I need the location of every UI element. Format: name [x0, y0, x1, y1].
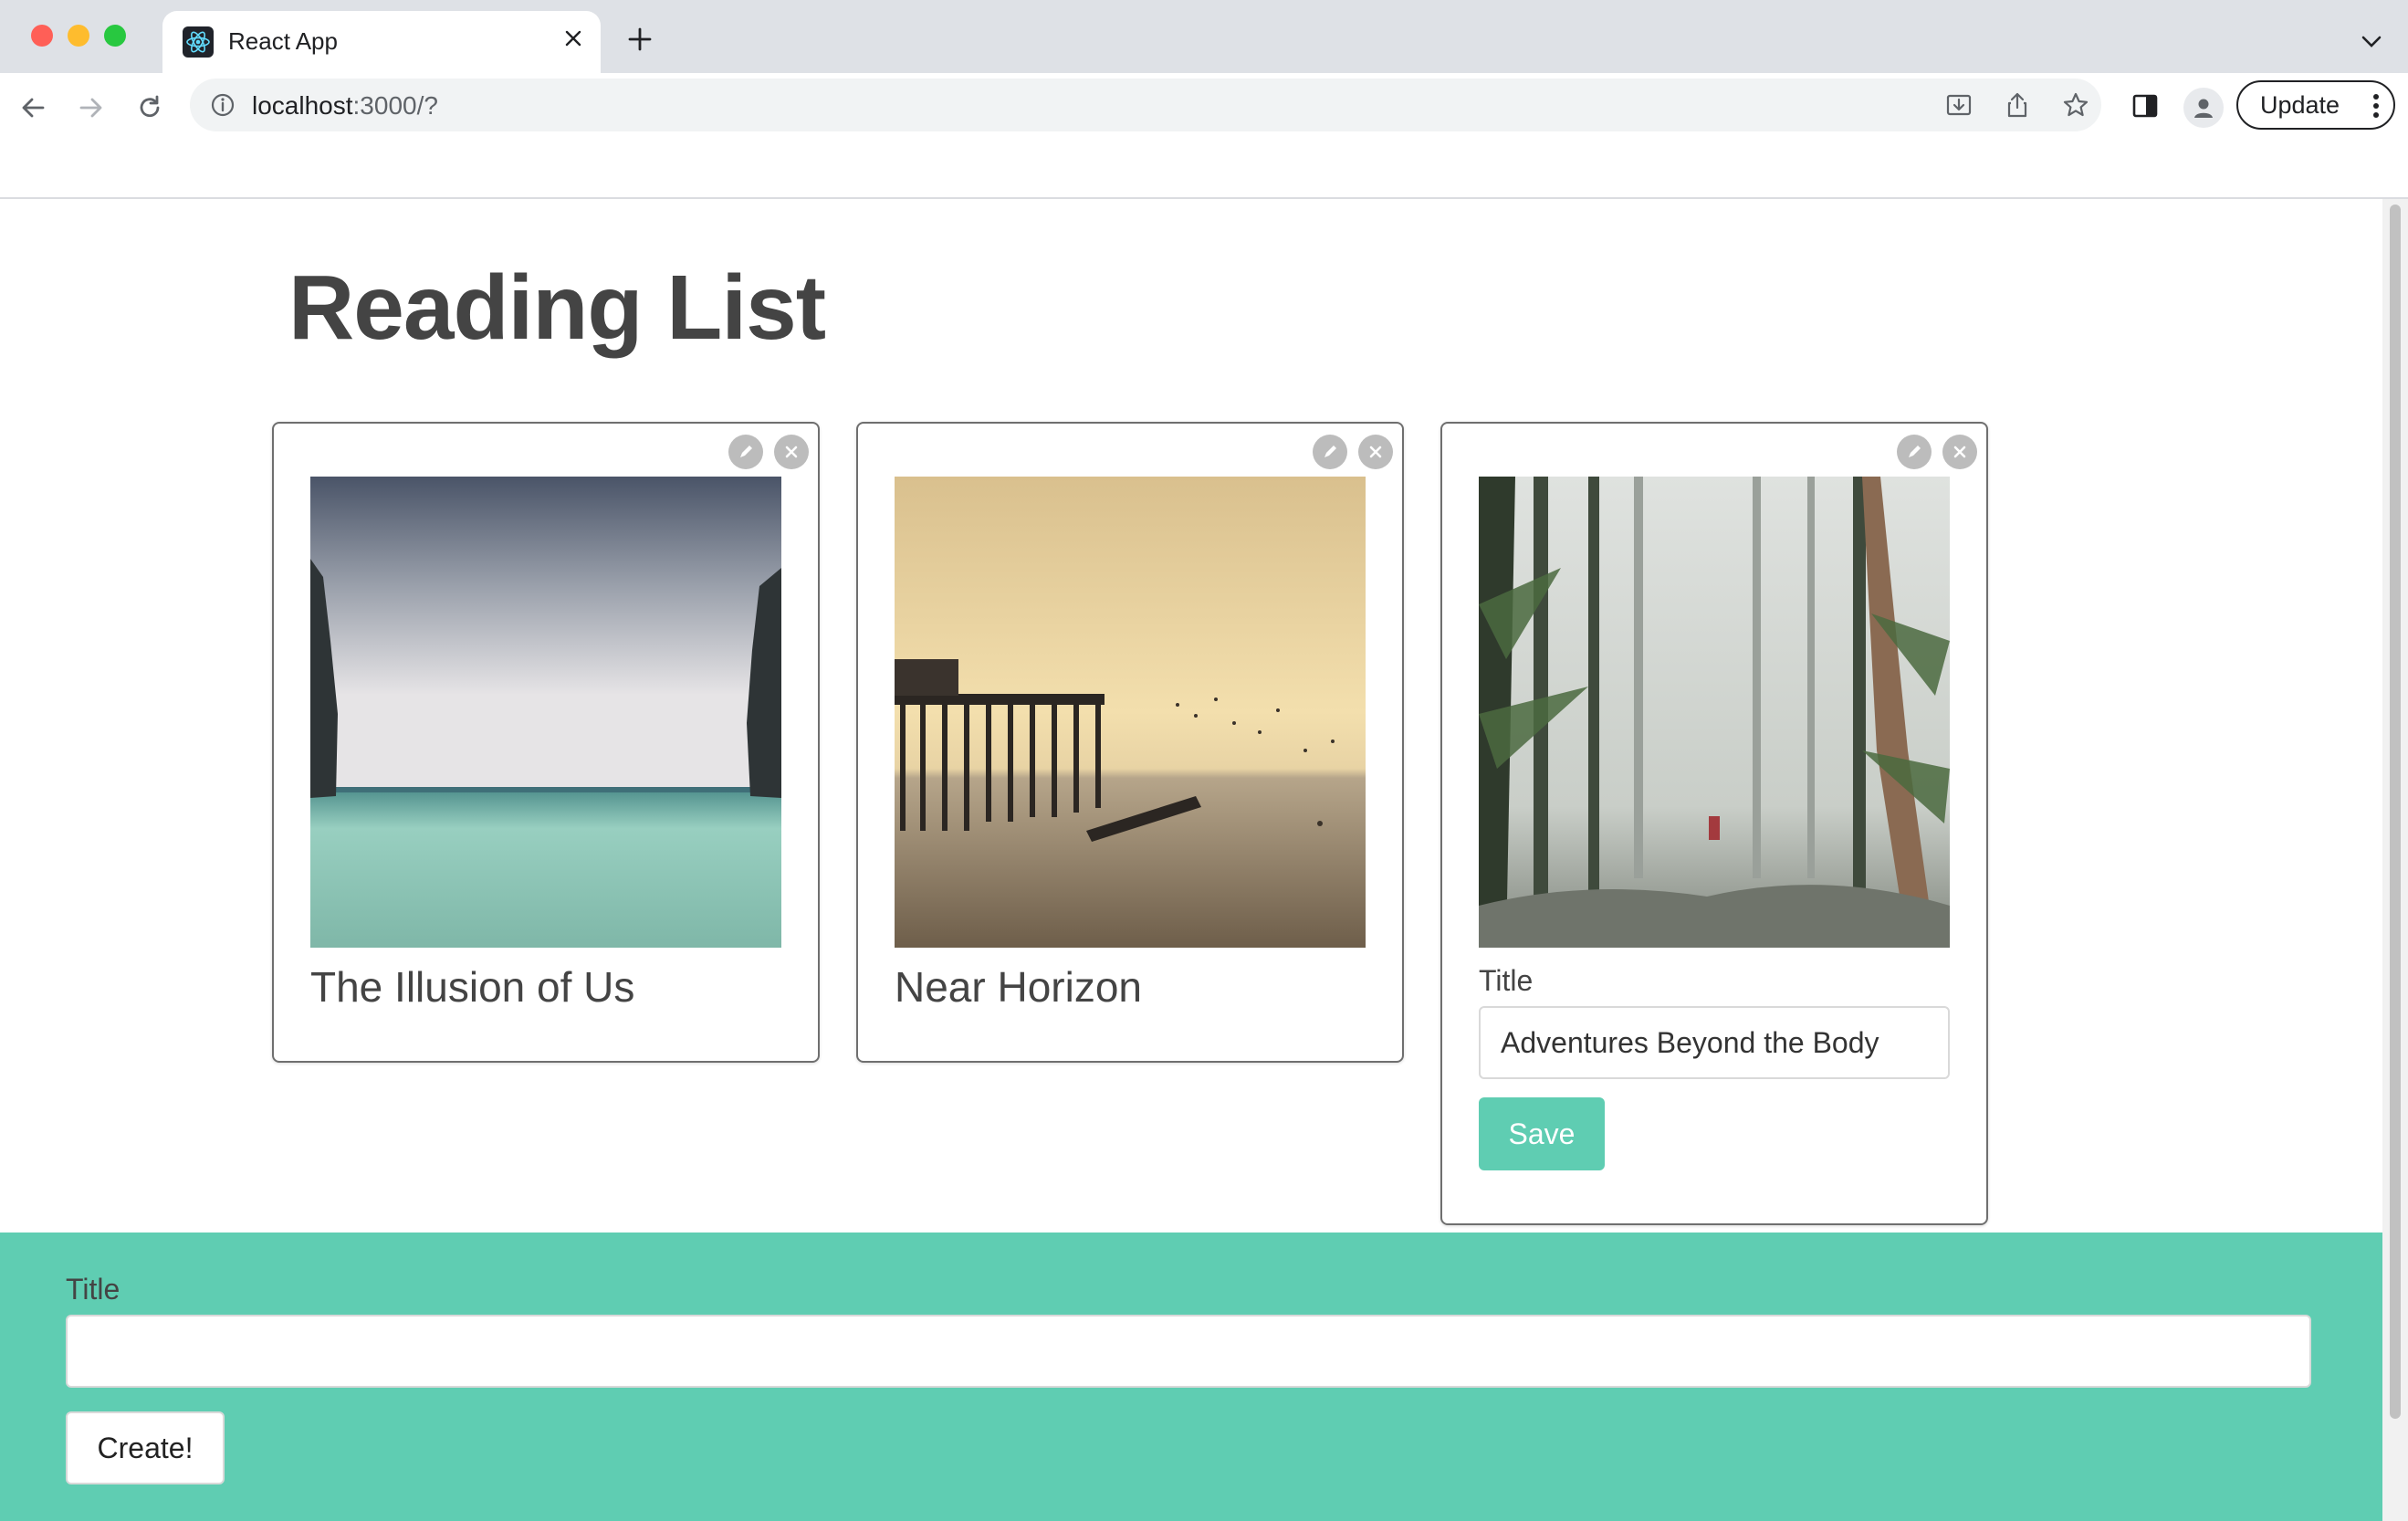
edit-pencil-icon[interactable]	[1897, 435, 1932, 469]
update-label: Update	[2260, 90, 2340, 119]
url-text[interactable]: localhost:3000/?	[252, 91, 438, 121]
browser-tab[interactable]: React App	[162, 11, 601, 73]
profile-avatar-icon[interactable]	[2183, 88, 2224, 128]
book-title: The Illusion of Us	[310, 963, 635, 1011]
url-path: :3000/?	[352, 91, 438, 120]
book-card: The Illusion of Us	[272, 422, 820, 1063]
create-title-label: Title	[66, 1273, 120, 1306]
edit-title-label: Title	[1479, 964, 1534, 997]
pier-sunset-image	[895, 477, 1366, 948]
page-scrollbar[interactable]	[2382, 199, 2408, 1521]
install-app-icon[interactable]	[1942, 89, 1975, 121]
create-title-input[interactable]	[66, 1315, 2311, 1388]
delete-close-icon[interactable]	[1942, 435, 1977, 469]
share-icon[interactable]	[2001, 89, 2034, 121]
book-card: Near Horizon	[856, 422, 1404, 1063]
create-button[interactable]: Create!	[66, 1411, 225, 1484]
create-book-panel: Title Create!	[0, 1233, 2382, 1521]
react-logo-icon	[183, 26, 214, 58]
edit-pencil-icon[interactable]	[728, 435, 763, 469]
card-actions	[728, 435, 809, 469]
update-button[interactable]: Update	[2236, 80, 2395, 130]
url-host: localhost	[252, 91, 353, 120]
window-minimize-button[interactable]	[68, 25, 89, 47]
edit-pencil-icon[interactable]	[1313, 435, 1347, 469]
page-viewport: Reading List The Illusion of Us Near Hor…	[0, 199, 2382, 1521]
window-close-button[interactable]	[31, 25, 53, 47]
edit-title-input[interactable]	[1479, 1006, 1950, 1079]
delete-close-icon[interactable]	[774, 435, 809, 469]
back-arrow-icon[interactable]	[11, 86, 55, 130]
book-card-editing: Title Save	[1440, 422, 1988, 1225]
browser-tab-bar: React App	[0, 0, 2408, 73]
more-vert-icon[interactable]	[2371, 91, 2381, 127]
card-actions	[1313, 435, 1393, 469]
window-zoom-button[interactable]	[104, 25, 126, 47]
sea-cliffs-image	[310, 477, 781, 948]
card-actions	[1897, 435, 1977, 469]
bookmark-star-icon[interactable]	[2059, 89, 2092, 121]
misty-forest-image	[1479, 477, 1950, 948]
side-panel-icon[interactable]	[2127, 88, 2163, 124]
new-tab-icon[interactable]	[623, 23, 656, 56]
forward-arrow-icon[interactable]	[69, 86, 113, 130]
page-title: Reading List	[288, 257, 826, 359]
chevron-down-icon[interactable]	[2355, 26, 2388, 58]
save-button[interactable]: Save	[1479, 1097, 1605, 1170]
site-info-icon[interactable]	[208, 90, 237, 120]
book-title: Near Horizon	[895, 963, 1142, 1011]
address-bar[interactable]: localhost:3000/?	[190, 79, 2101, 131]
delete-close-icon[interactable]	[1358, 435, 1393, 469]
browser-toolbar: localhost:3000/? Update	[0, 73, 2408, 199]
close-tab-icon[interactable]	[557, 22, 590, 55]
reload-icon[interactable]	[128, 86, 172, 130]
scrollbar-thumb[interactable]	[2390, 205, 2401, 1419]
tab-title: React App	[228, 27, 338, 55]
